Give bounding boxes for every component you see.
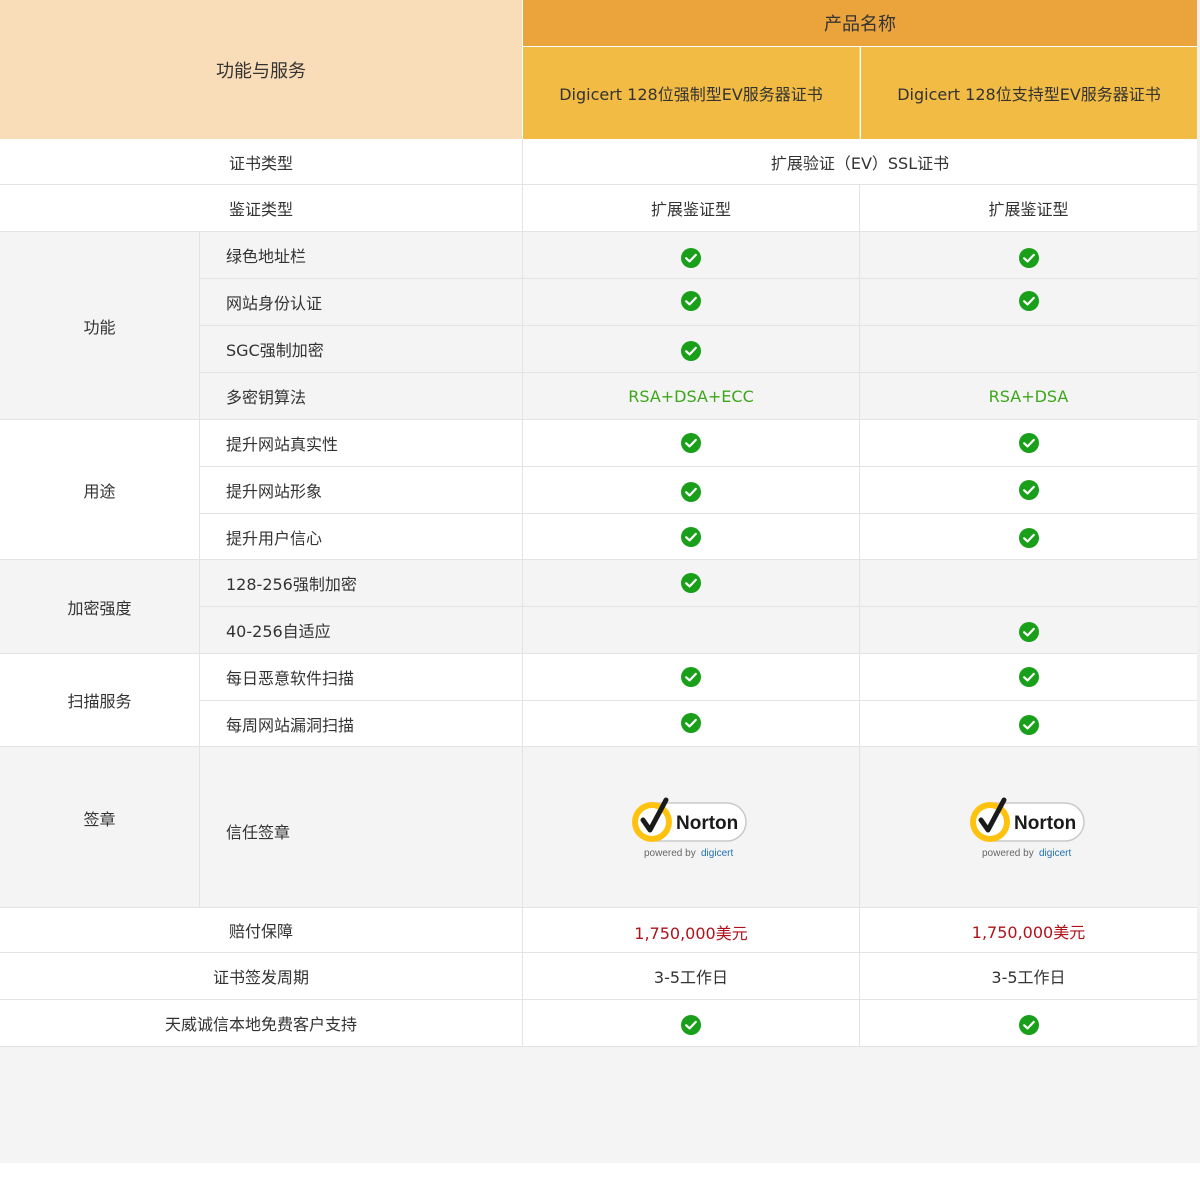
item-trust-seal: 信任签章 (226, 823, 291, 842)
item-weekly-vuln: 每周网站漏洞扫描 (226, 716, 355, 735)
check-cell (860, 701, 1197, 749)
item-green-bar: 绿色地址栏 (226, 247, 307, 266)
check-cell (523, 514, 859, 559)
seal-data-bg (523, 747, 1197, 907)
issue-p2: 3-5工作日 (991, 968, 1066, 987)
item-sgc: SGC强制加密 (226, 341, 324, 360)
check-circle-icon (681, 573, 701, 593)
product-column-header: 产品名称 (523, 0, 1197, 46)
warranty-p1: 1,750,000美元 (634, 924, 748, 943)
check-cell (860, 607, 1197, 657)
row-label-auth-type: 鉴证类型 (228, 200, 293, 219)
check-circle-icon (681, 248, 701, 268)
check-circle-icon (1018, 248, 1039, 268)
check-circle-icon (681, 482, 701, 502)
powered-by: powered by (982, 848, 1034, 858)
warranty-p2: 1,750,000美元 (971, 923, 1086, 942)
check-cell (523, 232, 859, 284)
check-cell (523, 560, 859, 606)
check-circle-icon (681, 291, 701, 311)
check-circle-icon (1018, 480, 1039, 500)
group-label-seal: 签章 (83, 810, 116, 829)
check-circle-icon (1018, 622, 1039, 642)
check-circle-icon (1018, 291, 1039, 311)
item-authenticity: 提升网站真实性 (226, 435, 339, 454)
check-circle-icon (681, 526, 701, 547)
product-1-header: Digicert 128位强制型EV服务器证书 (523, 47, 859, 139)
check-cell (523, 701, 859, 745)
divider (859, 47, 860, 139)
product-2-header: Digicert 128位支持型EV服务器证书 (861, 47, 1197, 139)
check-circle-icon (681, 433, 701, 453)
check-cell (523, 654, 859, 700)
group-label-usage: 用途 (83, 481, 116, 501)
check-cell (860, 514, 1197, 561)
row-label-issue-period: 证书签发周期 (212, 968, 309, 987)
check-cell (523, 467, 859, 517)
item-confidence: 提升用户信心 (226, 528, 323, 548)
feature-column-header: 功能与服务 (0, 0, 522, 139)
norton-brand: Norton (1014, 813, 1076, 834)
auth-type-p1: 扩展鉴证型 (650, 200, 731, 219)
check-circle-icon (1018, 527, 1039, 548)
check-circle-icon (1018, 433, 1039, 453)
issue-p1: 3-5工作日 (653, 968, 729, 987)
check-cell (523, 420, 859, 466)
digicert-text: digicert (701, 848, 733, 858)
check-cell (860, 420, 1197, 466)
row-label-warranty: 赔付保障 (228, 922, 293, 941)
powered-by: powered by (644, 848, 696, 858)
digicert-text: digicert (1039, 848, 1071, 858)
item-site-auth: 网站身份认证 (226, 294, 323, 313)
check-circle-icon (1018, 715, 1039, 735)
check-circle-icon (681, 713, 701, 733)
item-multi-key: 多密钥算法 (226, 388, 307, 407)
item-forced-encryption: 128-256强制加密 (226, 575, 357, 594)
item-daily-malware: 每日恶意软件扫描 (226, 669, 355, 688)
check-circle-icon (1018, 667, 1039, 687)
check-cell (860, 279, 1197, 323)
auth-type-p2: 扩展鉴证型 (988, 200, 1069, 219)
check-circle-icon (681, 667, 701, 687)
row-label-support: 天威诚信本地免费客户支持 (164, 1015, 357, 1034)
row-label-cert-type: 证书类型 (228, 153, 293, 173)
check-cell (523, 1000, 859, 1050)
norton-brand: Norton (676, 813, 738, 834)
check-circle-icon (1018, 1015, 1039, 1035)
check-cell (860, 654, 1197, 700)
cert-type-value: 扩展验证（EV）SSL证书 (770, 153, 950, 173)
norton-seal-icon: Norton powered by digicert (630, 794, 750, 859)
check-cell (860, 467, 1197, 513)
check-cell (523, 279, 859, 323)
item-image: 提升网站形象 (226, 482, 323, 501)
check-cell (523, 326, 859, 376)
algo-p2: RSA+DSA (988, 386, 1069, 406)
group-label-function: 功能 (83, 317, 116, 337)
algo-p1: RSA+DSA+ECC (628, 386, 754, 406)
check-circle-icon (681, 341, 701, 361)
item-adaptive: 40-256自适应 (226, 622, 331, 641)
group-label-strength: 加密强度 (67, 598, 132, 618)
check-circle-icon (681, 1015, 701, 1035)
check-cell (860, 1000, 1197, 1050)
bottom-fill (0, 1047, 1200, 1163)
check-cell (860, 232, 1197, 284)
group-label-scan: 扫描服务 (67, 692, 132, 711)
norton-seal-icon: Norton powered by digicert (968, 794, 1088, 859)
